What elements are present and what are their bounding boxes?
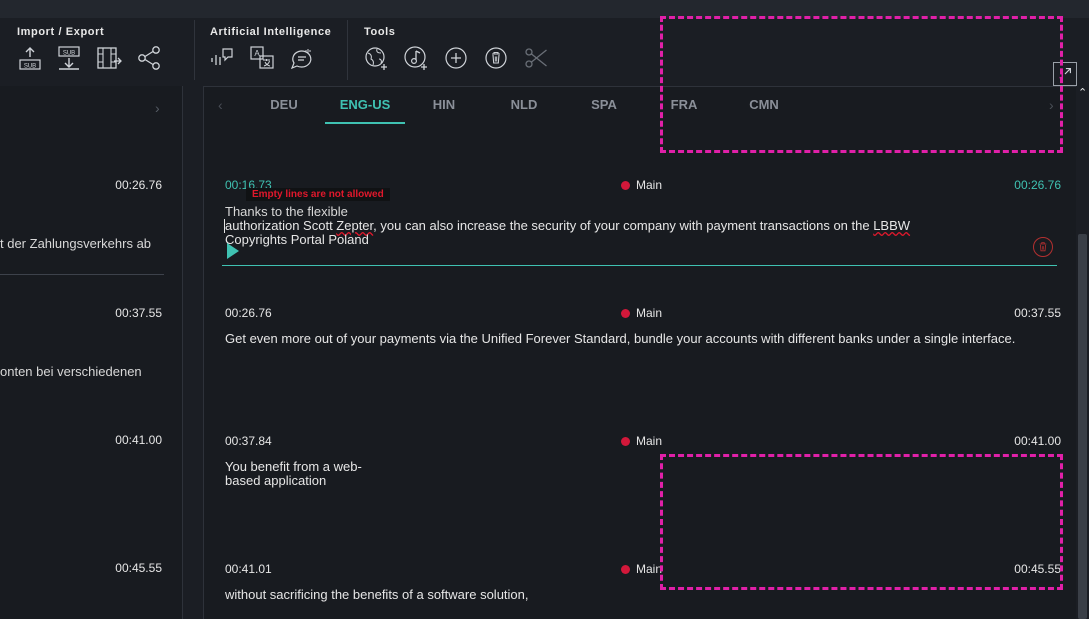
share-button[interactable]	[135, 44, 163, 72]
speaker-dot	[621, 436, 630, 446]
end-time[interactable]: 00:45.55	[1014, 562, 1061, 576]
import-export-title: Import / Export	[17, 26, 105, 38]
error-tooltip: Empty lines are not allowed	[246, 188, 390, 201]
source-text: onten bei verschiedenen	[0, 364, 142, 379]
speaker-dot	[621, 180, 630, 190]
source-end-time: 00:45.55	[115, 561, 162, 575]
tools-title: Tools	[364, 26, 396, 38]
tab-fra[interactable]: FRA	[659, 97, 709, 112]
transcribe-button[interactable]	[208, 44, 236, 72]
text-line: based application	[225, 473, 327, 488]
export-sub-icon: SUB	[58, 46, 80, 70]
speaker[interactable]: Main	[621, 562, 662, 576]
active-tab-indicator	[325, 122, 405, 124]
source-text: t der Zahlungsverkehrs ab	[0, 236, 152, 251]
source-end-time: 00:41.00	[115, 433, 162, 447]
export-subtitle-button[interactable]: SUB	[55, 44, 83, 72]
source-language-panel: › 00:26.76 t der Zahlungsverkehrs ab 00:…	[0, 86, 183, 619]
ai-voice-button[interactable]	[288, 44, 316, 72]
add-language-button[interactable]	[362, 44, 390, 72]
text-span: authorization Scott	[225, 218, 337, 233]
expand-icon	[1059, 68, 1071, 79]
add-audio-button[interactable]	[402, 44, 430, 72]
source-end-time: 00:37.55	[115, 306, 162, 320]
translate-button[interactable]: A	[248, 44, 276, 72]
ai-group: Artificial Intelligence A	[195, 18, 347, 84]
speaker[interactable]: Main	[621, 434, 662, 448]
source-end-time: 00:26.76	[115, 178, 162, 192]
subtitle-text[interactable]: Get even more out of your payments via t…	[225, 332, 1025, 346]
translate-icon: A	[250, 46, 274, 69]
scrollbar[interactable]: ⌃	[1076, 86, 1089, 619]
speaker[interactable]: Main	[621, 306, 662, 320]
toolbar: Import / Export SUB SUB Artificial Intel…	[0, 0, 1089, 86]
speaker-name: Main	[636, 434, 663, 448]
speaker[interactable]: Main	[621, 178, 662, 192]
tab-spa[interactable]: SPA	[579, 97, 629, 112]
text-line: Thanks to the flexible	[225, 204, 348, 219]
spellcheck-word: LBBW	[873, 218, 911, 233]
text-line: authorization Scott Zepter, you can also…	[224, 219, 1025, 233]
tab-cmn[interactable]: CMN	[739, 97, 789, 112]
speaker-name: Main	[636, 562, 663, 576]
tab-deu[interactable]: DEU	[259, 97, 309, 112]
globe-add-icon	[365, 47, 387, 70]
chevron-right-icon[interactable]: ›	[155, 100, 160, 116]
chevron-up-icon[interactable]: ⌃	[1078, 86, 1087, 99]
segment-divider	[0, 274, 164, 275]
export-video-button[interactable]	[95, 44, 123, 72]
trash-circle-icon	[485, 47, 507, 69]
svg-text:SUB: SUB	[24, 64, 36, 70]
svg-text:SUB: SUB	[63, 51, 75, 57]
subtitle-text[interactable]: without sacrificing the benefits of a so…	[225, 588, 1025, 602]
delete-segment-icon[interactable]	[1033, 237, 1053, 257]
start-time[interactable]: 00:26.76	[225, 306, 272, 320]
expand-button[interactable]	[1053, 62, 1077, 86]
end-time[interactable]: 00:26.76	[1014, 178, 1061, 192]
import-export-group: Import / Export SUB SUB	[0, 18, 194, 84]
tab-nld[interactable]: NLD	[499, 97, 549, 112]
language-tabs: ‹ DEU ENG-US HIN NLD SPA FRA CMN ›	[204, 87, 1076, 127]
plus-circle-icon	[445, 47, 467, 69]
spellcheck-word: Zepter	[336, 218, 374, 233]
text-span: , you can also increase the security of …	[373, 218, 874, 233]
import-subtitle-button[interactable]: SUB	[16, 44, 44, 72]
text-line: Copyrights Portal Poland	[225, 232, 369, 247]
music-add-icon	[404, 46, 427, 70]
chevron-right-icon[interactable]: ›	[1049, 97, 1054, 113]
subtitle-text-editor[interactable]: Thanks to the flexible authorization Sco…	[224, 204, 1025, 247]
subtitle-segment[interactable]: 00:16.73 Main 00:26.76 Thanks to the fle…	[204, 178, 1064, 278]
subtitle-segment[interactable]: 00:41.01 Main 00:45.55 without sacrifici…	[204, 562, 1064, 619]
speaker-name: Main	[636, 178, 663, 192]
share-icon	[138, 46, 160, 70]
ai-title: Artificial Intelligence	[210, 26, 332, 38]
import-sub-icon: SUB	[19, 47, 41, 70]
text-line: You benefit from a web-	[225, 459, 362, 474]
end-time[interactable]: 00:37.55	[1014, 306, 1061, 320]
scrollbar-thumb[interactable]	[1078, 234, 1087, 619]
scissors-icon	[525, 48, 547, 68]
speaker-dot	[621, 564, 630, 574]
film-export-icon	[97, 47, 122, 69]
active-segment-line	[222, 265, 1057, 266]
tab-eng-us[interactable]: ENG-US	[325, 97, 405, 112]
speaker-name: Main	[636, 306, 663, 320]
delete-segment-button[interactable]	[482, 44, 510, 72]
tools-group: Tools	[348, 18, 568, 84]
tab-hin[interactable]: HIN	[419, 97, 469, 112]
subtitle-segment[interactable]: 00:26.76 Main 00:37.55 Get even more out…	[204, 306, 1064, 406]
translation-panel: ‹ DEU ENG-US HIN NLD SPA FRA CMN › 00:16…	[203, 86, 1076, 619]
split-segment-button[interactable]	[522, 44, 550, 72]
chat-bubble-icon	[290, 49, 312, 70]
speech-wave-icon	[211, 48, 233, 65]
chevron-left-icon[interactable]: ‹	[218, 97, 223, 113]
start-time[interactable]: 00:37.84	[225, 434, 272, 448]
end-time[interactable]: 00:41.00	[1014, 434, 1061, 448]
speaker-dot	[621, 308, 630, 318]
start-time[interactable]: 00:41.01	[225, 562, 272, 576]
subtitle-segment[interactable]: 00:37.84 Main 00:41.00 You benefit from …	[204, 434, 1064, 534]
play-icon[interactable]	[227, 243, 239, 259]
add-segment-button[interactable]	[442, 44, 470, 72]
subtitle-text[interactable]: You benefit from a web- based applicatio…	[225, 460, 1025, 488]
